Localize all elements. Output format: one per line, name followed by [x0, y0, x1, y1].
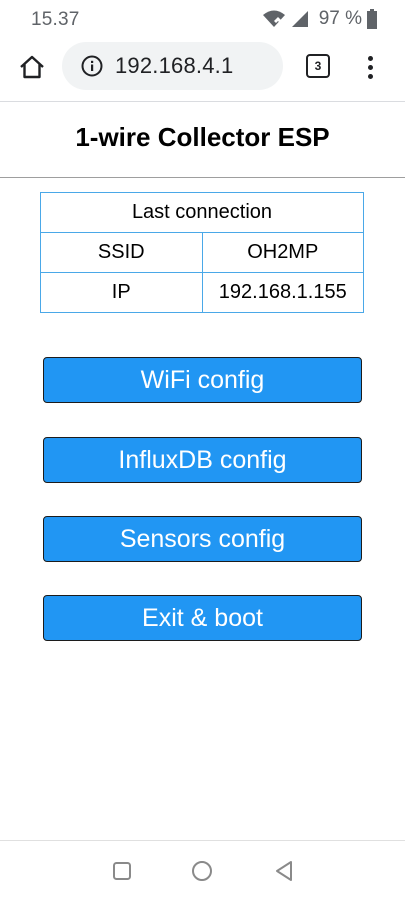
home-nav-button[interactable] [190, 859, 214, 883]
home-button[interactable] [17, 52, 47, 82]
signal-icon [291, 10, 309, 28]
toolbar-divider [0, 101, 405, 102]
title-divider [0, 177, 405, 178]
table-cell-key: SSID [40, 232, 203, 273]
recents-button[interactable] [110, 859, 134, 883]
menu-dot [367, 73, 373, 79]
table-cell-value: 192.168.1.155 [201, 272, 364, 313]
menu-dot [367, 55, 373, 61]
exit-boot-button[interactable]: Exit & boot [43, 595, 362, 641]
status-bar: 15.37 97 % [0, 0, 405, 40]
back-icon [276, 861, 292, 881]
address-bar[interactable]: 192.168.4.1 [62, 42, 283, 90]
table-row: IP 192.168.1.155 [40, 272, 364, 313]
battery-icon [367, 9, 377, 29]
back-button[interactable] [272, 859, 296, 883]
recents-icon [113, 862, 131, 880]
tab-switcher-button[interactable]: 3 [306, 54, 330, 78]
battery-level: 97 % [318, 8, 362, 29]
wifi-icon [262, 10, 286, 28]
wifi-config-button[interactable]: WiFi config [43, 357, 362, 403]
last-connection-table: Last connection SSID OH2MP IP 192.168.1.… [40, 192, 364, 313]
sensors-config-button[interactable]: Sensors config [43, 516, 362, 562]
status-icons: 97 % [262, 8, 377, 30]
table-cell-key: IP [40, 272, 203, 313]
home-circle-icon [192, 861, 212, 881]
info-icon[interactable] [81, 55, 103, 77]
table-row: SSID OH2MP [40, 232, 364, 273]
overflow-menu-button[interactable] [360, 52, 380, 82]
status-time: 15.37 [31, 9, 80, 30]
influxdb-config-button[interactable]: InfluxDB config [43, 437, 362, 483]
browser-toolbar: 192.168.4.1 3 [0, 40, 405, 96]
page-title: 1-wire Collector ESP [75, 122, 330, 152]
navigation-bar [0, 841, 405, 900]
home-icon [20, 55, 44, 79]
menu-dot [367, 64, 373, 70]
table-header: Last connection [40, 192, 364, 233]
url-text[interactable]: 192.168.4.1 [115, 53, 233, 79]
table-cell-value: OH2MP [201, 232, 364, 273]
table-header-row: Last connection [40, 192, 364, 233]
